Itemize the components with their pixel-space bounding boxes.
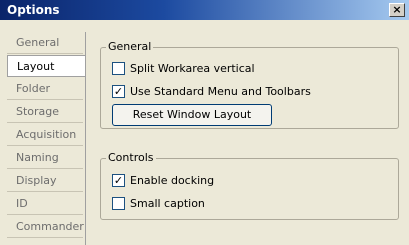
sidebar-item-id[interactable]: ID: [7, 193, 83, 215]
sidebar-item-acquisition[interactable]: Acquisition: [7, 124, 83, 146]
enable-docking-checkbox[interactable]: ✓: [112, 174, 125, 187]
controls-groupbox: Controls ✓ Enable docking Small caption: [100, 151, 399, 220]
controls-group-title: Controls: [106, 151, 156, 164]
general-group-title: General: [106, 40, 154, 53]
small-caption-checkbox[interactable]: [112, 197, 125, 210]
sidebar-item-folder[interactable]: Folder: [7, 78, 83, 100]
general-groupbox: General Split Workarea vertical ✓ Use St…: [100, 40, 399, 129]
reset-window-layout-button[interactable]: Reset Window Layout: [112, 104, 272, 126]
enable-docking-label: Enable docking: [130, 174, 215, 187]
split-workarea-label: Split Workarea vertical: [130, 62, 255, 75]
sidebar-item-naming[interactable]: Naming: [7, 147, 83, 169]
window-title: Options: [7, 3, 60, 17]
small-caption-label: Small caption: [130, 197, 205, 210]
sidebar: General Layout Folder Storage Acquisitio…: [7, 32, 85, 245]
sidebar-item-display[interactable]: Display: [7, 170, 83, 192]
close-icon[interactable]: ×: [389, 3, 405, 17]
layout-settings-panel: General Split Workarea vertical ✓ Use St…: [85, 32, 409, 245]
standard-menu-checkbox[interactable]: ✓: [112, 85, 125, 98]
sidebar-item-storage[interactable]: Storage: [7, 101, 83, 123]
sidebar-item-commander[interactable]: Commander: [7, 216, 84, 238]
sidebar-item-layout[interactable]: Layout: [7, 55, 85, 77]
options-window: Options × General Layout Folder Storage …: [0, 0, 409, 245]
sidebar-item-general[interactable]: General: [7, 32, 83, 54]
split-workarea-checkbox[interactable]: [112, 62, 125, 75]
title-bar[interactable]: Options ×: [0, 0, 409, 20]
standard-menu-label: Use Standard Menu and Toolbars: [130, 85, 311, 98]
